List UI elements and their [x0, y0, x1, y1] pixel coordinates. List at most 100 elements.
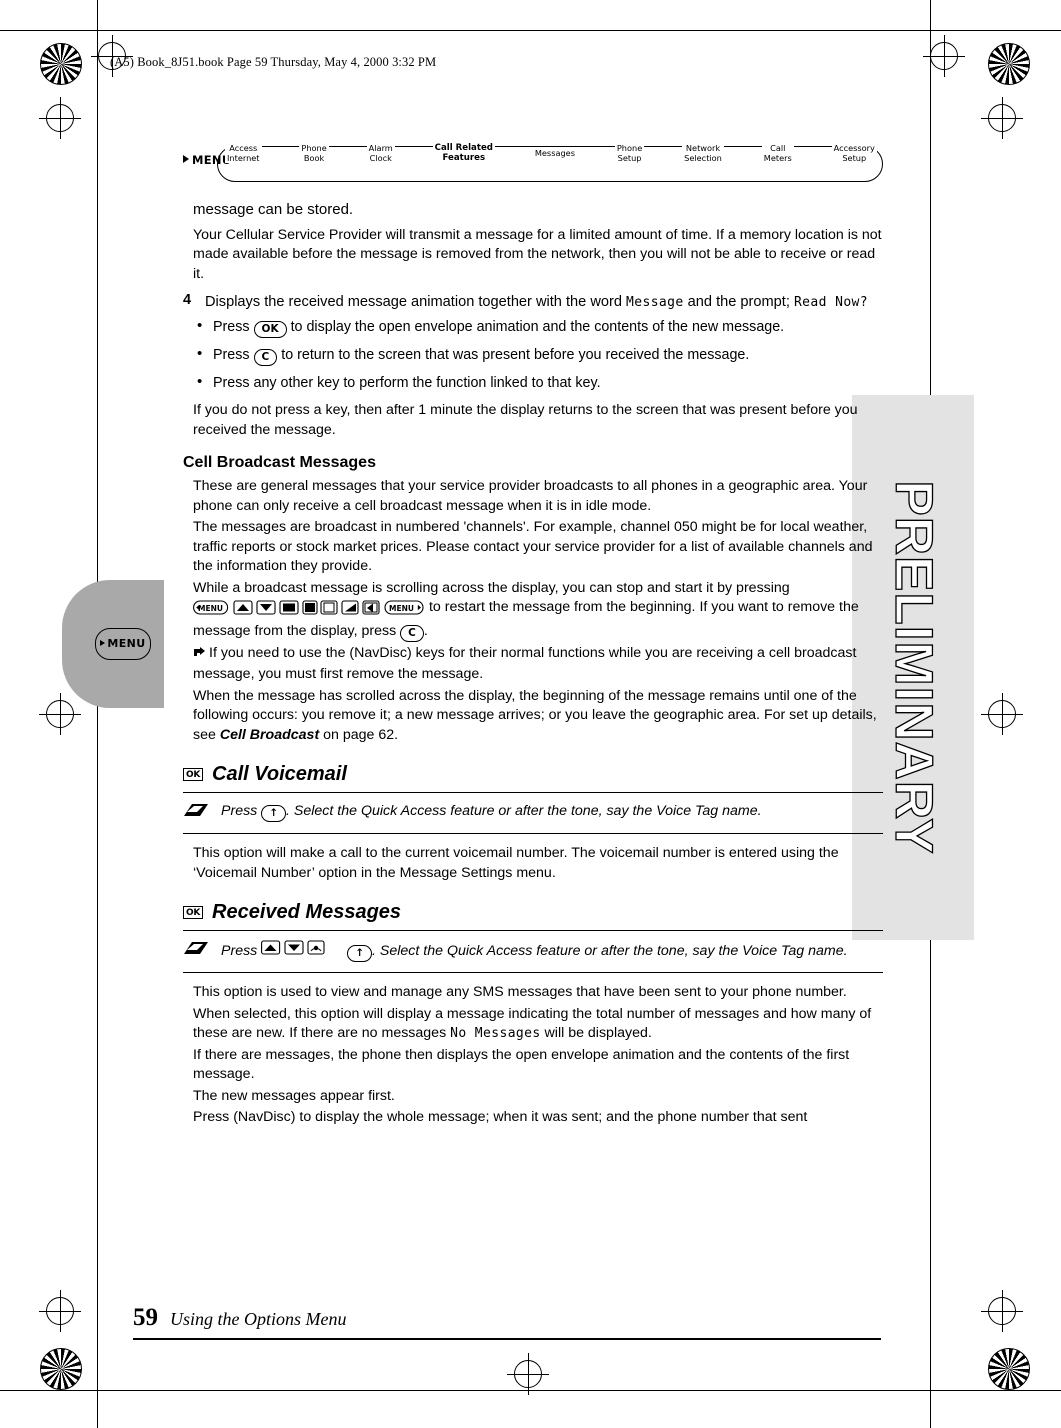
- menu-step-messages: Messages: [532, 147, 577, 159]
- numbered-step-4: 4 Displays the received message animatio…: [183, 292, 883, 313]
- crop-mark-right-upper: [981, 97, 1023, 139]
- paragraph-received-3: If there are messages, the phone then di…: [193, 1046, 850, 1083]
- ok-key-icon: OK: [253, 321, 287, 338]
- trim-line-bottom: [0, 1390, 1061, 1391]
- heading-call-voicemail-text: Call Voicemail: [212, 763, 347, 785]
- svg-text:MENU: MENU: [389, 604, 414, 613]
- side-tab-menu-pill: MENU: [95, 628, 151, 660]
- paragraph-voicemail: This option will make a call to the curr…: [193, 845, 839, 881]
- crop-mark-left-upper: [39, 97, 81, 139]
- step-text-b: and the prompt;: [683, 294, 794, 310]
- side-tab-label: MENU: [107, 637, 146, 650]
- up-key-icon: ↑: [261, 805, 287, 822]
- step-number: 4: [183, 292, 192, 308]
- voice-tag-icon: [183, 939, 209, 963]
- registration-pinwheel-bottom-left: [40, 1348, 82, 1390]
- ok-key-icon: OK: [183, 768, 204, 781]
- crop-mark-right-lower: [981, 693, 1023, 735]
- menu-step-phone-book: Phone Book: [299, 143, 329, 163]
- clear-key-icon: C: [253, 349, 278, 366]
- ok-key-icon: OK: [183, 906, 204, 919]
- footer-title: Using the Options Menu: [170, 1309, 347, 1329]
- menu-step-alarm-clock: Alarm Clock: [366, 143, 395, 163]
- running-head: (A5) Book_8J51.book Page 59 Thursday, Ma…: [110, 55, 437, 69]
- registration-pinwheel-top-right: [988, 43, 1030, 85]
- bullet-list: Press OK to display the open envelope an…: [191, 316, 883, 393]
- menu-path-steps: Access Internet Phone Book Alarm Clock C…: [225, 143, 877, 163]
- heading-call-voicemail: OK Call Voicemail: [183, 763, 883, 786]
- side-tab-menu: MENU: [62, 580, 164, 708]
- bullet-0-post: to display the open envelope animation a…: [286, 319, 785, 335]
- paragraph-received-1: This option is used to view and manage a…: [193, 984, 847, 1000]
- crop-mark-top-right: [923, 35, 965, 77]
- menu-step-call-related-features: Call Related Features: [432, 143, 495, 163]
- heading-received-messages: OK Received Messages: [183, 901, 883, 924]
- paragraph-received-5: Press (NavDisc) to display the whole mes…: [193, 1109, 808, 1125]
- step-text: Displays the received message animation …: [205, 292, 868, 313]
- trim-line-left: [97, 0, 98, 1428]
- bullet-0-pre: Press: [213, 319, 254, 335]
- triangle-icon: [183, 155, 189, 163]
- cb3-text-c: .: [423, 622, 428, 639]
- page-content: MENU Access Internet Phone Book Alarm Cl…: [183, 140, 883, 1130]
- list-item: Press any other key to perform the funct…: [191, 372, 883, 393]
- bullet-1-post: to return to the screen that was present…: [277, 347, 750, 363]
- menu-key-sequence-icon: [261, 939, 347, 963]
- page-number: 59: [133, 1304, 158, 1331]
- menu-step-network-selection: Network Selection: [682, 143, 724, 163]
- page-footer: 59 Using the Options Menu: [133, 1304, 346, 1332]
- paragraph-received-4: The new messages appear first.: [193, 1087, 395, 1104]
- received-2-b: will be displayed.: [540, 1025, 652, 1041]
- triangle-icon: [100, 640, 106, 646]
- crop-mark-left-lower: [39, 693, 81, 735]
- navdisc-key-sequence-icon: MENU MENU: [193, 600, 424, 615]
- cb-note-text: If you need to use the (NavDisc) keys fo…: [193, 644, 857, 683]
- registration-pinwheel-top-left: [40, 43, 82, 85]
- paragraph-service-provider: Your Cellular Service Provider will tran…: [193, 226, 882, 282]
- heading-cell-broadcast-messages: Cell Broadcast Messages: [183, 454, 376, 471]
- qa-voicemail-pre: Press: [221, 803, 262, 819]
- list-item: Press C to return to the screen that was…: [191, 344, 883, 366]
- menu-step-phone-setup: Phone Setup: [614, 143, 645, 163]
- display-prompt-read-now: Read Now?: [793, 295, 868, 310]
- heading-received-messages-text: Received Messages: [212, 901, 402, 923]
- paragraph-cb-3: While a broadcast message is scrolling a…: [193, 579, 883, 642]
- paragraph-received-2: When selected, this option will display …: [193, 1005, 883, 1044]
- qa-received-post: . Select the Quick Access feature or aft…: [372, 943, 848, 959]
- paragraph-no-keypress: If you do not press a key, then after 1 …: [193, 402, 858, 438]
- quick-access-block-voicemail: Press ↑. Select the Quick Access feature…: [183, 792, 883, 834]
- paragraph-cb-4: When the message has scrolled across the…: [193, 687, 883, 746]
- qa-received-pre: Press: [221, 943, 262, 959]
- menu-step-access-internet: Access Internet: [225, 143, 262, 163]
- list-item: Press OK to display the open envelope an…: [191, 316, 883, 338]
- paragraph-cb-2: The messages are broadcast in numbered '…: [193, 519, 873, 574]
- key-sequence-icons: MENU MENU: [193, 599, 425, 622]
- menu-path-breadcrumb: MENU Access Internet Phone Book Alarm Cl…: [183, 140, 883, 188]
- registration-pinwheel-bottom-right: [988, 1348, 1030, 1390]
- bullet-1-pre: Press: [213, 347, 254, 363]
- crop-mark-bottom-center: [507, 1353, 549, 1395]
- crop-mark-bottom-right: [981, 1290, 1023, 1332]
- menu-step-accessory-setup: Accessory Setup: [831, 143, 877, 163]
- bullet-2-pre: Press any other key to perform the funct…: [213, 375, 601, 391]
- quick-access-block-received-messages: Press ↑. Select the Quick Access feature: [183, 930, 883, 973]
- clear-key-icon: C: [400, 624, 424, 642]
- trim-line-top: [0, 30, 1061, 31]
- display-no-messages: No Messages: [450, 1026, 541, 1041]
- quick-access-voicemail-text: Press ↑. Select the Quick Access feature…: [221, 801, 762, 824]
- cross-reference-cell-broadcast[interactable]: Cell Broadcast: [220, 727, 319, 743]
- cb3-text-a: While a broadcast message is scrolling a…: [193, 579, 790, 596]
- step-text-a: Displays the received message animation …: [205, 294, 627, 310]
- display-word-message: Message: [626, 295, 684, 310]
- svg-text:MENU: MENU: [198, 604, 223, 613]
- quick-access-received-messages-text: Press ↑. Select the Quick Access feature: [221, 939, 848, 963]
- crop-mark-bottom-left: [39, 1290, 81, 1332]
- continued-sentence: message can be stored.: [193, 201, 354, 218]
- up-key-icon: ↑: [347, 945, 373, 962]
- qa-voicemail-post: . Select the Quick Access feature or aft…: [286, 803, 762, 819]
- menu-step-call-meters: Call Meters: [761, 143, 794, 163]
- pointing-hand-icon: [193, 646, 209, 666]
- paragraph-cb-1: These are general messages that your ser…: [193, 478, 868, 514]
- cb4-text-b: on page 62.: [319, 726, 399, 743]
- paragraph-cb-note: If you need to use the (NavDisc) keys fo…: [193, 644, 883, 685]
